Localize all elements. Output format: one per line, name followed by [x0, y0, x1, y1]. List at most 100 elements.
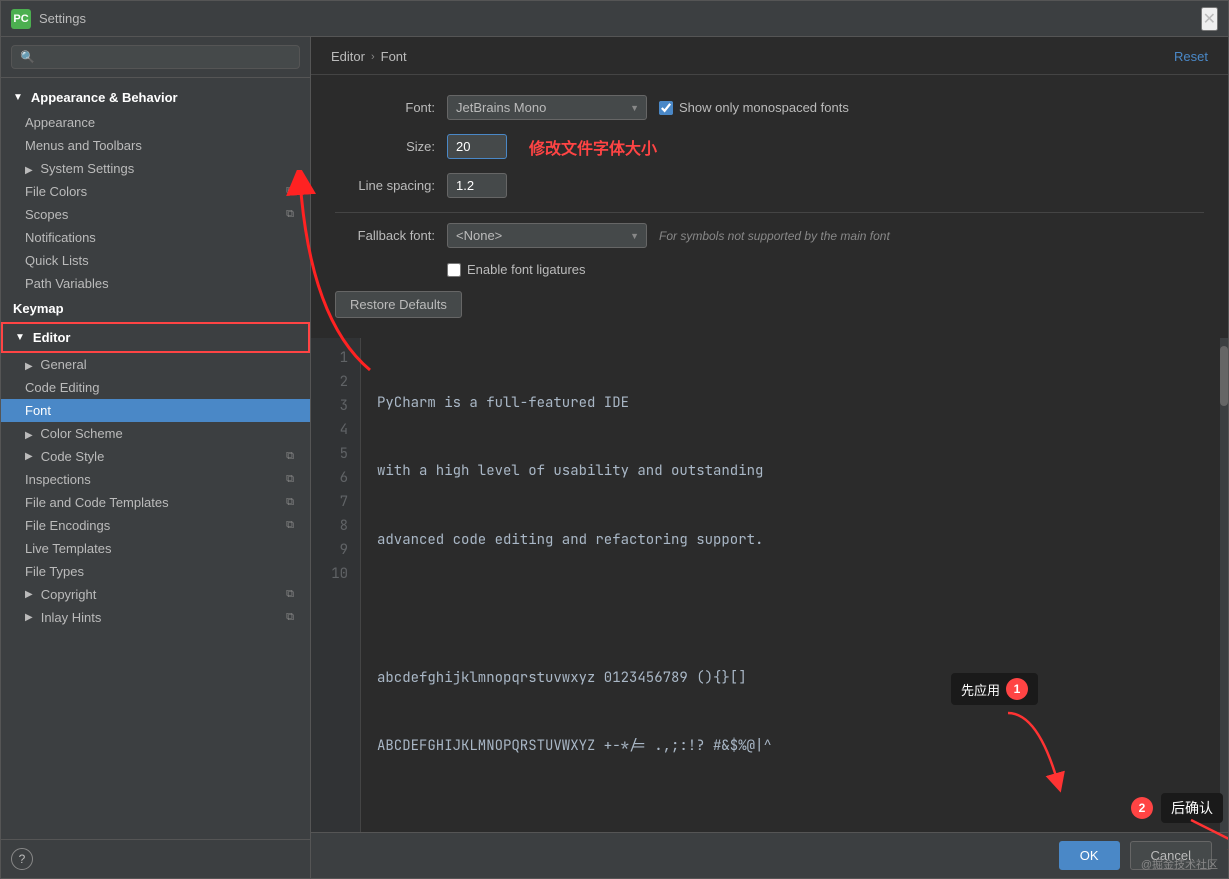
ligatures-checkbox[interactable] [447, 263, 461, 277]
title-bar: PC Settings ✕ [1, 1, 1228, 37]
size-input[interactable] [447, 134, 507, 159]
copy-icon: ⧉ [286, 588, 294, 601]
sidebar-item-path-variables[interactable]: Path Variables [1, 272, 310, 295]
search-input[interactable] [11, 45, 300, 69]
sidebar-item-appearance-behavior[interactable]: ▼ Appearance & Behavior [1, 84, 310, 111]
line-num-10: 10 [311, 562, 360, 586]
font-row: Font: JetBrains Mono Show only monospace… [335, 95, 1204, 120]
sidebar-item-editor[interactable]: ▼ Editor [1, 322, 310, 353]
help-button[interactable]: ? [11, 848, 33, 870]
sidebar-item-live-templates[interactable]: Live Templates [1, 537, 310, 560]
ligatures-label[interactable]: Enable font ligatures [447, 262, 586, 277]
sidebar-item-system-settings[interactable]: ▶ System Settings [1, 157, 310, 180]
preview-line-1: PyCharm is a full-featured IDE [377, 391, 1204, 415]
window-title: Settings [39, 11, 86, 26]
sidebar-item-quick-lists[interactable]: Quick Lists [1, 249, 310, 272]
line-numbers: 1 2 3 4 5 6 7 8 9 10 [311, 338, 361, 832]
fallback-font-select[interactable]: <None> [447, 223, 647, 248]
sidebar-item-label: File Types [25, 564, 84, 579]
sidebar-item-menus-toolbars[interactable]: Menus and Toolbars [1, 134, 310, 157]
chevron-right-icon: ▶ [25, 589, 33, 600]
fallback-hint: For symbols not supported by the main fo… [659, 229, 890, 243]
fallback-font-select-wrapper: <None> [447, 223, 647, 248]
watermark: @掘金技术社区 [1141, 856, 1218, 872]
ok-button[interactable]: OK [1059, 841, 1120, 870]
sidebar-item-label: Live Templates [25, 541, 111, 556]
bottom-panel: 先应用 1 [311, 832, 1228, 878]
sidebar-item-inspections[interactable]: Inspections ⧉ [1, 468, 310, 491]
breadcrumb-font[interactable]: Font [381, 49, 407, 64]
sidebar: ▼ Appearance & Behavior Appearance Menus… [1, 37, 311, 878]
preview-line-7 [377, 803, 1204, 827]
sidebar-item-font[interactable]: Font [1, 399, 310, 422]
line-spacing-input[interactable] [447, 173, 507, 198]
divider-1 [335, 212, 1204, 213]
size-row: Size: 修改文件字体大小 [335, 134, 1204, 159]
sidebar-item-label: Code Editing [25, 380, 99, 395]
font-label: Font: [335, 100, 435, 115]
sidebar-item-code-editing[interactable]: Code Editing [1, 376, 310, 399]
sidebar-item-code-style[interactable]: ▶ Code Style ⧉ [1, 445, 310, 468]
copy-icon: ⧉ [286, 519, 294, 532]
size-label: Size: [335, 139, 435, 154]
restore-row: Restore Defaults [335, 291, 1204, 318]
font-select-wrapper: JetBrains Mono [447, 95, 647, 120]
sidebar-item-file-types[interactable]: File Types [1, 560, 310, 583]
sidebar-item-label: File Encodings [25, 518, 110, 533]
search-box [1, 37, 310, 78]
sidebar-item-appearance[interactable]: Appearance [1, 111, 310, 134]
preview-line-2: with a high level of usability and outst… [377, 460, 1204, 484]
main-content: ▼ Appearance & Behavior Appearance Menus… [1, 37, 1228, 878]
sidebar-item-label: Inlay Hints [41, 610, 102, 625]
sidebar-item-notifications[interactable]: Notifications [1, 226, 310, 249]
restore-defaults-button[interactable]: Restore Defaults [335, 291, 462, 318]
sidebar-item-copyright[interactable]: ▶ Copyright ⧉ [1, 583, 310, 606]
chevron-right-icon: ▶ [25, 612, 33, 623]
font-select[interactable]: JetBrains Mono [447, 95, 647, 120]
breadcrumb-editor[interactable]: Editor [331, 49, 365, 64]
sidebar-item-general[interactable]: ▶ General [1, 353, 310, 376]
line-spacing-label: Line spacing: [335, 178, 435, 193]
copy-icon: ⧉ [286, 208, 294, 221]
sidebar-item-keymap[interactable]: Keymap [1, 295, 310, 322]
copy-icon: ⧉ [286, 185, 294, 198]
copy-icon: ⧉ [286, 496, 294, 509]
sidebar-item-file-encodings[interactable]: File Encodings ⧉ [1, 514, 310, 537]
sidebar-item-label: Menus and Toolbars [25, 138, 142, 153]
line-num-6: 6 [311, 466, 360, 490]
line-num-4: 4 [311, 418, 360, 442]
size-annotation: 修改文件字体大小 [529, 135, 657, 159]
preview-scroll[interactable]: PyCharm is a full-featured IDE with a hi… [361, 338, 1220, 832]
sidebar-item-color-scheme[interactable]: ▶ Color Scheme [1, 422, 310, 445]
show-monospaced-label[interactable]: Show only monospaced fonts [659, 100, 849, 115]
sidebar-item-file-colors[interactable]: File Colors ⧉ [1, 180, 310, 203]
sidebar-item-file-code-templates[interactable]: File and Code Templates ⧉ [1, 491, 310, 514]
close-button[interactable]: ✕ [1201, 7, 1218, 31]
chevron-right-icon: ▶ [25, 451, 33, 462]
sidebar-item-label: System Settings [40, 161, 134, 176]
ligatures-text: Enable font ligatures [467, 262, 586, 277]
fallback-font-row: Fallback font: <None> For symbols not su… [335, 223, 1204, 248]
sidebar-list: ▼ Appearance & Behavior Appearance Menus… [1, 78, 310, 839]
app-icon: PC [11, 9, 31, 29]
show-monospaced-checkbox[interactable] [659, 101, 673, 115]
sidebar-item-label: Font [25, 403, 51, 418]
line-num-9: 9 [311, 538, 360, 562]
line-num-3: 3 [311, 394, 360, 418]
settings-area: Font: JetBrains Mono Show only monospace… [311, 75, 1228, 338]
preview-area: 1 2 3 4 5 6 7 8 9 10 PyCharm is a full-f… [311, 338, 1228, 832]
reset-button[interactable]: Reset [1174, 49, 1208, 64]
sidebar-item-scopes[interactable]: Scopes ⧉ [1, 203, 310, 226]
breadcrumb: Editor › Font Reset [311, 37, 1228, 75]
line-num-5: 5 [311, 442, 360, 466]
preview-line-3: advanced code editing and refactoring su… [377, 528, 1204, 552]
sidebar-item-label: File Colors [25, 184, 87, 199]
sidebar-item-inlay-hints[interactable]: ▶ Inlay Hints ⧉ [1, 606, 310, 629]
sidebar-item-label: Color Scheme [40, 426, 122, 441]
preview-vscrollbar[interactable] [1220, 338, 1228, 832]
show-monospaced-text: Show only monospaced fonts [679, 100, 849, 115]
sidebar-item-label: Quick Lists [25, 253, 89, 268]
sidebar-item-label: Copyright [41, 587, 97, 602]
sidebar-item-label: Keymap [13, 301, 64, 316]
sidebar-item-label: Inspections [25, 472, 91, 487]
